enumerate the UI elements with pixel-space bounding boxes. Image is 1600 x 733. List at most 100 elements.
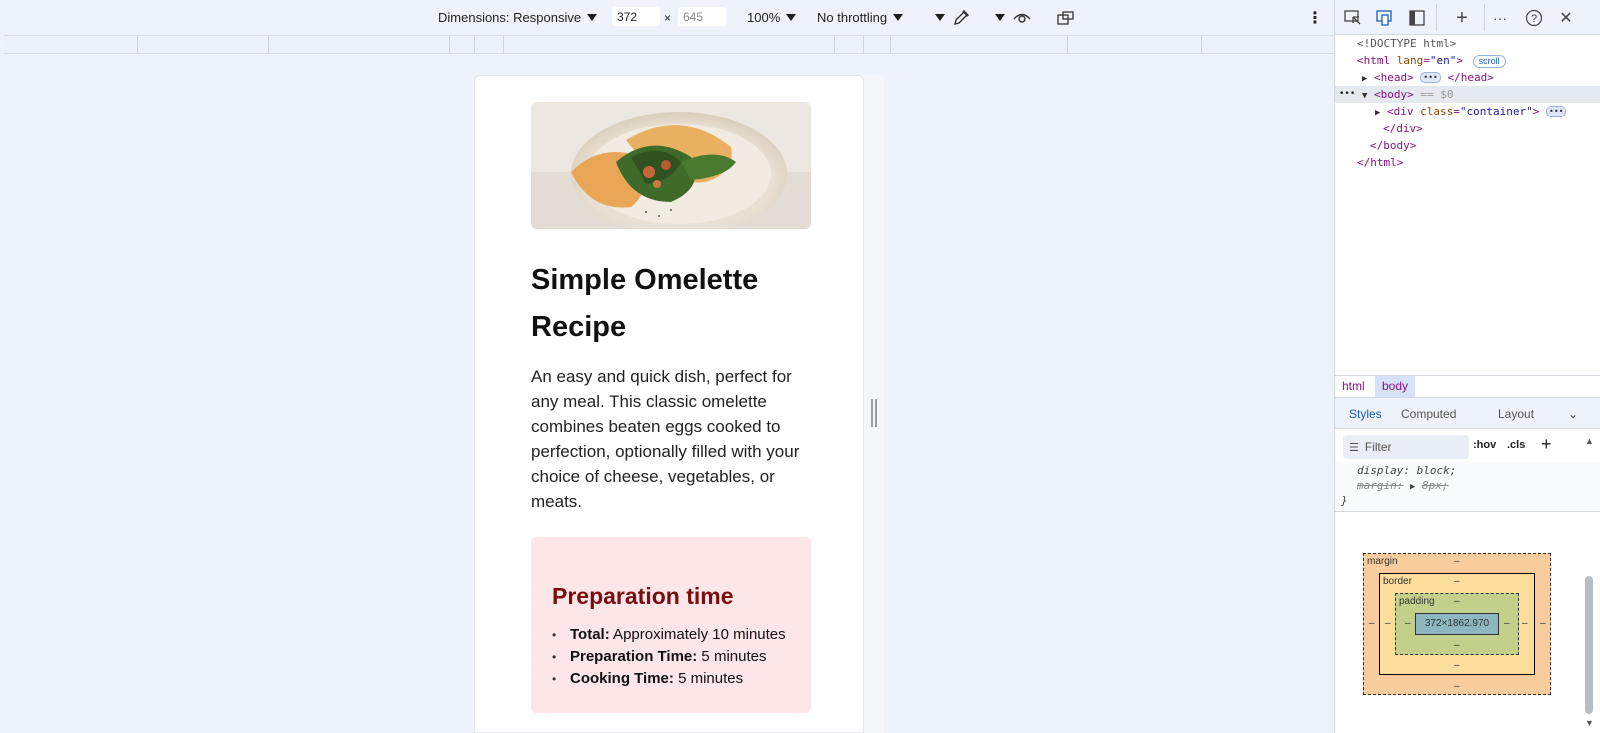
- html-close-tag: </html>: [1357, 156, 1404, 169]
- styles-rule: display: block; margin: ▶ 8px; }: [1335, 462, 1600, 512]
- omelette-image: [531, 102, 811, 229]
- preparation-list: Total: Approximately 10 minutes Preparat…: [552, 624, 790, 690]
- prep-label-preparation: Preparation Time:: [570, 648, 698, 665]
- tab-styles[interactable]: Styles: [1349, 407, 1382, 421]
- hov-toggle[interactable]: :hov: [1473, 439, 1496, 451]
- selected-marker: == $0: [1420, 88, 1454, 101]
- devtools-toolbar: + ··· ? ✕: [1335, 0, 1600, 35]
- help-button[interactable]: ?: [1524, 8, 1544, 28]
- filter-input[interactable]: ☰ Filter: [1343, 435, 1469, 459]
- dom-node-body[interactable]: ••• ▼ <body> == $0: [1335, 86, 1600, 103]
- div-close-tag: </div>: [1383, 122, 1423, 135]
- inspect-element-button[interactable]: [1343, 8, 1363, 28]
- dock-side-button[interactable]: [1407, 8, 1427, 28]
- inspect-icon: [1344, 10, 1361, 25]
- style-margin[interactable]: margin: ▶ 8px;: [1357, 479, 1449, 492]
- tab-layout[interactable]: Layout: [1498, 407, 1534, 421]
- html-attr-value: "en": [1429, 54, 1457, 67]
- padding-left-value: –: [1405, 618, 1411, 629]
- padding-right-value: –: [1504, 618, 1510, 629]
- zoom-dropdown[interactable]: 100%: [747, 9, 797, 26]
- scroll-badge[interactable]: scroll: [1472, 55, 1506, 68]
- styles-filter-row: ☰ Filter :hov .cls +: [1335, 432, 1600, 462]
- device-mode-icon: [1376, 10, 1392, 26]
- sidebar-tabs: Styles Computed Layout ⌄: [1335, 397, 1600, 429]
- styles-scrollbar-thumb[interactable]: [1585, 576, 1593, 714]
- margin-top-value: –: [1454, 556, 1460, 567]
- viewport-resize-handle[interactable]: [871, 399, 877, 427]
- ellipsis-badge[interactable]: •••: [1546, 106, 1567, 117]
- padding-top-value: –: [1454, 596, 1460, 607]
- more-options-icon[interactable]: ⋮: [1307, 9, 1323, 27]
- list-item: Cooking Time: 5 minutes: [552, 668, 790, 690]
- chevron-down-icon: [786, 14, 797, 21]
- height-input[interactable]: 645: [678, 7, 726, 26]
- throttling-label: No throttling: [817, 10, 888, 25]
- expand-arrow-icon[interactable]: ▶: [1375, 108, 1380, 118]
- eye-icon: [1013, 13, 1031, 23]
- preparation-box: Preparation time Total: Approximately 10…: [531, 537, 811, 713]
- chevron-down-icon: [893, 14, 904, 21]
- body-open-tag: <body>: [1374, 88, 1414, 101]
- breadcrumb-body[interactable]: body: [1375, 376, 1416, 397]
- prep-value-total: Approximately 10 minutes: [609, 626, 786, 643]
- tab-computed[interactable]: Computed: [1401, 407, 1456, 421]
- dom-node-div[interactable]: ▶ <div class="container"> •••: [1375, 103, 1567, 120]
- dimensions-label: Dimensions: Responsive: [438, 10, 582, 25]
- chevron-down-icon: [935, 14, 945, 21]
- scroll-up-icon[interactable]: ▲: [1585, 436, 1594, 446]
- html-tag: <html: [1357, 54, 1391, 67]
- device-mode-button[interactable]: [1375, 8, 1395, 28]
- dom-node-head[interactable]: ▶ <head> ••• </head>: [1362, 69, 1494, 86]
- expand-arrow-icon[interactable]: ▶: [1362, 74, 1367, 84]
- svg-text:?: ?: [1531, 13, 1537, 25]
- dimensions-dropdown[interactable]: Dimensions: Responsive: [438, 9, 598, 26]
- recipe-title: Simple Omelette Recipe: [531, 264, 759, 343]
- devtools-panel: + ··· ? ✕ <!DOCTYPE html> <html lang="en…: [1334, 0, 1600, 733]
- cls-toggle[interactable]: .cls: [1507, 439, 1525, 451]
- media-query-ruler[interactable]: [4, 35, 1334, 54]
- ellipsis-badge[interactable]: •••: [1420, 72, 1441, 83]
- times-symbol: ×: [664, 10, 672, 25]
- prep-value-cooking: 5 minutes: [673, 670, 744, 687]
- style-display[interactable]: display: block;: [1357, 464, 1456, 477]
- more-throttle-dropdown[interactable]: [929, 9, 945, 26]
- eye-button[interactable]: [1012, 9, 1032, 26]
- dom-tree: <!DOCTYPE html> <html lang="en"> scroll …: [1335, 35, 1600, 375]
- chevron-down-icon[interactable]: ⌄: [1568, 407, 1578, 421]
- dom-div-close: </div>: [1383, 120, 1423, 137]
- filter-placeholder: Filter: [1364, 440, 1392, 454]
- width-input[interactable]: 372: [612, 7, 660, 26]
- rotate-button[interactable]: [1056, 9, 1076, 26]
- close-icon[interactable]: ✕: [1556, 8, 1576, 28]
- border-label: border: [1383, 576, 1412, 587]
- expand-arrow-icon[interactable]: ▶: [1410, 482, 1415, 492]
- add-tab-icon[interactable]: +: [1452, 7, 1472, 29]
- eyedropper-button[interactable]: [952, 9, 970, 26]
- breadcrumb-html[interactable]: html: [1335, 376, 1372, 397]
- new-rule-icon[interactable]: +: [1541, 434, 1552, 455]
- style-close-brace: }: [1341, 494, 1348, 507]
- border-bottom-value: –: [1454, 660, 1460, 671]
- dom-node-html[interactable]: <html lang="en"> scroll: [1357, 52, 1506, 69]
- box-model-content[interactable]: 372×1862.970: [1415, 613, 1499, 635]
- border-top-value: –: [1454, 576, 1460, 587]
- scroll-down-icon[interactable]: ▼: [1585, 718, 1594, 728]
- margin-right-value: –: [1540, 618, 1546, 629]
- list-item: Preparation Time: 5 minutes: [552, 646, 790, 668]
- panel-icon: [1409, 10, 1425, 26]
- div-attr-value: "container": [1459, 105, 1533, 118]
- recipe-description: An easy and quick dish, perfect for any …: [531, 367, 800, 511]
- vision-dropdown[interactable]: [989, 9, 1005, 26]
- dom-body-close: </body>: [1370, 137, 1416, 154]
- rotate-icon: [1057, 10, 1074, 25]
- help-icon: ?: [1525, 9, 1543, 27]
- body-close-tag: </body>: [1370, 139, 1417, 152]
- throttling-dropdown[interactable]: No throttling: [817, 9, 904, 26]
- node-actions-icon[interactable]: •••: [1339, 86, 1355, 103]
- device-toolbar: Dimensions: Responsive 372 × 645 100% No…: [0, 0, 1334, 35]
- more-tools-icon[interactable]: ···: [1490, 8, 1510, 28]
- padding-bottom-value: –: [1454, 640, 1460, 651]
- breadcrumb: html body: [1335, 375, 1600, 397]
- collapse-arrow-icon[interactable]: ▼: [1362, 91, 1367, 101]
